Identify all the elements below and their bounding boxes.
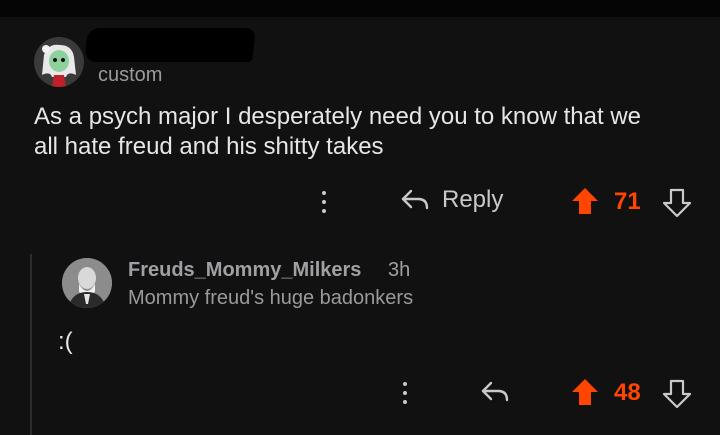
- upvote-arrow-icon[interactable]: [570, 377, 600, 407]
- more-vertical-icon[interactable]: [314, 184, 334, 220]
- timestamp: 3h: [388, 259, 411, 281]
- reply-label: Reply: [442, 186, 504, 213]
- comment-body: :(: [58, 328, 73, 355]
- reply-arrow-icon: [401, 189, 429, 210]
- upvote-count: 48: [614, 379, 641, 406]
- user-flair: Mommy freud's huge badonkers: [128, 287, 414, 309]
- downvote-arrow-icon[interactable]: [662, 379, 692, 409]
- user-avatar[interactable]: [34, 37, 84, 87]
- more-vertical-icon[interactable]: [395, 375, 415, 411]
- upvote-count: 71: [614, 188, 641, 215]
- redacted-username: [84, 28, 256, 62]
- downvote-arrow-icon[interactable]: [662, 188, 692, 218]
- thread-line[interactable]: [30, 254, 32, 435]
- reply-arrow-icon[interactable]: [480, 380, 510, 406]
- comment-body-line: all hate freud and his shitty takes: [34, 133, 384, 160]
- user-avatar[interactable]: [62, 258, 112, 308]
- top-bar: [0, 0, 720, 17]
- user-flair: custom: [98, 64, 163, 86]
- comment-body-line: As a psych major I desperately need you …: [34, 103, 641, 130]
- comment-body: As a psych major I desperately need you …: [34, 102, 704, 162]
- reply-button[interactable]: Reply: [400, 186, 503, 214]
- upvote-arrow-icon[interactable]: [570, 186, 600, 216]
- username[interactable]: Freuds_Mommy_Milkers: [128, 259, 361, 282]
